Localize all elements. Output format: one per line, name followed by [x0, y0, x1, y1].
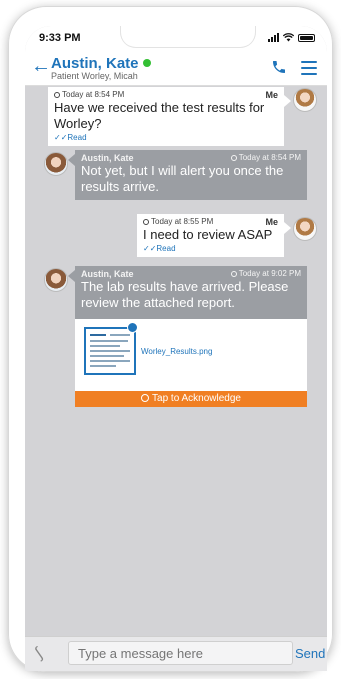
avatar: [44, 268, 68, 292]
contact-name[interactable]: Austin, Kate: [51, 55, 151, 72]
bubble-tail: [284, 222, 291, 234]
message-timestamp: Today at 9:02 PM: [230, 269, 301, 279]
back-arrow-icon[interactable]: ←: [31, 56, 51, 76]
acknowledge-label: Tap to Acknowledge: [152, 393, 241, 404]
bubble-tail: [284, 95, 291, 107]
avatar: [293, 88, 317, 112]
bubble-tail: [68, 270, 75, 282]
avatar: [44, 152, 68, 176]
message-meta: Austin, Kate Today at 9:02 PM: [81, 269, 301, 279]
message-text: Not yet, but I will alert you once the r…: [81, 163, 284, 194]
message-composer: ∫ Send: [25, 636, 327, 671]
system-icons: [268, 33, 315, 42]
message-sender: Me: [265, 90, 278, 100]
message-sender: Austin, Kate: [81, 269, 134, 279]
battery-icon: [298, 33, 315, 42]
read-receipt: ✓✓Read: [143, 244, 176, 253]
status-bar: 9:33 PM: [25, 26, 327, 52]
clock-icon: [54, 92, 60, 98]
message-bubble-incoming[interactable]: Austin, Kate Today at 8:54 PM Not yet, b…: [75, 150, 307, 200]
message-text: Have we received the test results for Wo…: [54, 100, 265, 131]
acknowledge-button[interactable]: Tap to Acknowledge: [75, 391, 307, 407]
contact-name-text: Austin, Kate: [51, 55, 139, 72]
paperclip-icon[interactable]: ∫: [32, 645, 46, 662]
message-bubble-outgoing[interactable]: Today at 8:54 PM Me Have we received the…: [48, 87, 284, 146]
attachment-card[interactable]: Worley_Results.png: [75, 319, 307, 391]
notch: [120, 26, 256, 48]
message-sender: Me: [265, 217, 278, 227]
message-bubble-outgoing[interactable]: Today at 8:55 PM Me I need to review ASA…: [137, 214, 284, 257]
circle-icon: [141, 394, 150, 402]
wifi-icon: [283, 33, 294, 42]
status-time: 9:33 PM: [39, 32, 81, 44]
message-timestamp: Today at 8:54 PM: [230, 153, 301, 163]
message-text: The lab results have arrived. Please rev…: [81, 279, 289, 310]
message-meta: Austin, Kate Today at 8:54 PM: [81, 153, 301, 163]
message-meta: Today at 8:55 PM Me: [143, 217, 278, 227]
menu-icon[interactable]: [301, 61, 317, 79]
contact-subtitle: Patient Worley, Micah: [51, 71, 138, 81]
message-meta: Today at 8:54 PM Me: [54, 90, 278, 100]
chat-header: ← Austin, Kate Patient Worley, Micah: [25, 52, 327, 86]
read-receipt: ✓✓Read: [54, 133, 87, 142]
app-screen: 9:33 PM ← Austin, Kate Patient Worley, M…: [25, 26, 327, 671]
bubble-tail: [68, 154, 75, 166]
phone-frame: 9:33 PM ← Austin, Kate Patient Worley, M…: [8, 6, 333, 672]
message-input[interactable]: [68, 641, 293, 665]
message-timestamp: Today at 8:55 PM: [143, 217, 213, 227]
signal-icon: [268, 33, 279, 42]
clock-icon: [230, 155, 237, 161]
message-bubble-incoming[interactable]: Austin, Kate Today at 9:02 PM The lab re…: [75, 266, 307, 319]
attachment-file-name[interactable]: Worley_Results.png: [141, 347, 212, 356]
message-text: I need to review ASAP: [143, 227, 273, 242]
clock-icon: [230, 271, 237, 277]
clock-icon: [143, 219, 149, 225]
message-sender: Austin, Kate: [81, 153, 134, 163]
online-status-icon: [142, 59, 151, 67]
send-button[interactable]: Send: [295, 646, 325, 661]
attachment-thumbnail[interactable]: [84, 327, 136, 375]
message-timestamp: Today at 8:54 PM: [54, 90, 124, 100]
image-badge-icon: [127, 322, 138, 333]
avatar: [293, 217, 317, 241]
phone-icon[interactable]: [271, 59, 287, 75]
